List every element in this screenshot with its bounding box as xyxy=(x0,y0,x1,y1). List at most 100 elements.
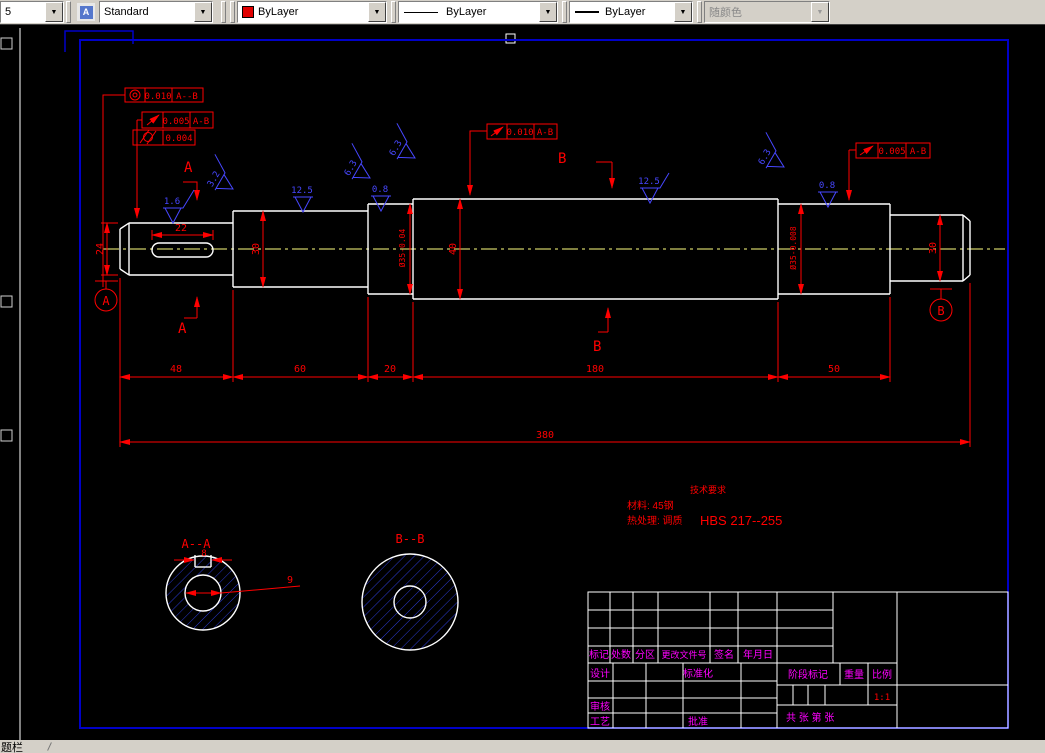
datum-b[interactable]: B xyxy=(929,288,953,322)
dim-dia30-left: 30 xyxy=(251,243,262,255)
tolerance-frame-runout-2[interactable]: 0.010 A-B xyxy=(467,123,558,196)
text-style-combo[interactable]: Standard ▼ xyxy=(99,1,213,23)
concentricity-icon xyxy=(129,89,141,101)
tech-req-heat-label: 热处理: 调质 xyxy=(627,514,683,527)
svg-text:12.5: 12.5 xyxy=(638,177,660,187)
plot-style-value: 随颜色 xyxy=(709,7,742,19)
tol-value: 0.005 xyxy=(878,147,905,157)
crosshair-cursor-icon xyxy=(47,742,52,751)
roughness-symbol: 3.2 xyxy=(206,154,234,191)
section-view-b-b[interactable]: B--B xyxy=(361,532,459,651)
tb-process: 工艺 xyxy=(590,716,610,728)
text-style-icon[interactable]: A xyxy=(76,2,96,22)
toolbar-grip[interactable] xyxy=(230,1,235,23)
text-style-value: Standard xyxy=(104,6,149,18)
left-toolbar-sliver xyxy=(0,37,13,442)
osnap-marker xyxy=(505,33,516,44)
tb-scale: 比例 xyxy=(872,668,892,681)
tb-sheet-info: 共 张 第 张 xyxy=(786,711,834,724)
tech-req-material: 材料: 45钢 xyxy=(627,499,674,512)
tb-zone: 分区 xyxy=(635,649,655,661)
tb-scale-value: 1:1 xyxy=(874,693,890,703)
roughness-symbol: 0.8 xyxy=(818,181,838,209)
plot-style-combo: 随颜色 ▼ xyxy=(704,1,830,23)
datum-b-label: B xyxy=(937,304,944,318)
lineweight-combo[interactable]: ByLayer ▼ xyxy=(569,1,693,23)
dimension-texts[interactable]: 48 60 20 180 50 380 22 24 30 Ø35-0.04 40… xyxy=(95,223,939,441)
dim-keyway-22: 22 xyxy=(175,223,187,234)
dim-50: 50 xyxy=(828,364,840,375)
lineweight-value: ByLayer xyxy=(605,6,646,18)
chevron-down-icon[interactable]: ▼ xyxy=(45,2,63,22)
color-swatch-icon xyxy=(242,6,254,18)
tb-weight: 重量 xyxy=(844,668,864,681)
svg-text:6.3: 6.3 xyxy=(343,159,360,178)
bb-label: B--B xyxy=(396,532,425,546)
linetype-value: ByLayer xyxy=(446,6,487,18)
chevron-down-icon[interactable]: ▼ xyxy=(368,2,386,22)
tb-stage-mark: 阶段标记 xyxy=(788,668,828,681)
tb-review: 审核 xyxy=(590,700,610,713)
status-bar: 题栏 xyxy=(0,740,1045,753)
datum-a[interactable]: A xyxy=(94,280,118,312)
chevron-down-icon[interactable]: ▼ xyxy=(539,2,557,22)
tech-requirements: 技术要求 材料: 45钢 热处理: 调质 HBS 217--255 xyxy=(627,484,782,528)
lineweight-line-icon xyxy=(575,11,599,13)
linetype-line-icon xyxy=(404,11,438,13)
dim-20: 20 xyxy=(384,364,396,375)
dim-180: 180 xyxy=(586,364,604,375)
tol-value: 0.004 xyxy=(165,134,192,144)
dim-dia35-right: Ø35-0.008 xyxy=(788,226,798,270)
runout-arrow-icon xyxy=(490,126,504,137)
chevron-down-icon[interactable]: ▼ xyxy=(674,2,692,22)
tol-datum: A-B xyxy=(193,117,209,127)
roughness-symbol: 6.3 xyxy=(388,123,416,160)
color-combo[interactable]: ByLayer ▼ xyxy=(237,1,387,23)
svg-text:6.3: 6.3 xyxy=(757,148,774,167)
roughness-symbol: 6.3 xyxy=(343,143,371,180)
color-value: ByLayer xyxy=(258,6,299,18)
tolerance-frame-cylindricity[interactable]: 0.004 xyxy=(132,129,196,146)
section-a-bottom-label: A xyxy=(178,321,187,337)
linetype-combo[interactable]: ByLayer ▼ xyxy=(398,1,558,23)
dim-style-value: 5 xyxy=(5,6,12,18)
dim-style-combo[interactable]: 5 ▼ xyxy=(0,1,64,23)
cylindricity-icon xyxy=(139,129,157,145)
section-a-top-label: A xyxy=(184,160,193,176)
drawing-canvas[interactable]: 48 60 20 180 50 380 22 24 30 Ø35-0.04 40… xyxy=(0,24,1045,740)
runout-arrow-icon xyxy=(146,114,160,126)
tb-mark: 标记 xyxy=(589,649,609,661)
chevron-down-icon[interactable]: ▼ xyxy=(194,2,212,22)
svg-text:0.8: 0.8 xyxy=(372,185,388,195)
svg-text:3.2: 3.2 xyxy=(206,170,223,189)
tb-count: 处数 xyxy=(611,648,631,661)
runout-arrow-icon xyxy=(859,145,874,156)
dim-dia24: 24 xyxy=(95,243,106,255)
tol-datum: A--B xyxy=(176,92,198,102)
svg-text:6.3: 6.3 xyxy=(388,139,405,158)
tech-req-hardness: HBS 217--255 xyxy=(700,513,782,528)
tol-value: 0.010 xyxy=(144,92,171,102)
dim-60: 60 xyxy=(294,364,306,375)
svg-text:12.5: 12.5 xyxy=(291,186,313,196)
keyway-slot xyxy=(151,242,214,258)
dim-dia30-right: 30 xyxy=(928,242,939,254)
toolbar-grip[interactable] xyxy=(221,1,226,23)
toolbar-grip[interactable] xyxy=(66,1,71,23)
roughness-symbol: 12.5 xyxy=(291,186,313,214)
dim-key-depth: 9 xyxy=(287,575,293,586)
section-marks[interactable]: A A B B xyxy=(178,151,615,355)
tol-value: 0.010 xyxy=(506,128,533,138)
toolbar-grip[interactable] xyxy=(697,1,702,23)
toolbar-grip[interactable] xyxy=(562,1,567,23)
toolbar-grip[interactable] xyxy=(391,1,396,23)
section-view-a-a[interactable]: 8 9 A--A xyxy=(165,537,301,631)
roughness-symbols[interactable]: 1.6 3.2 12.5 6.3 0.8 6.3 12.5 6.3 0.8 xyxy=(163,123,838,225)
tech-req-title: 技术要求 xyxy=(690,484,726,495)
dimension-lines[interactable] xyxy=(101,198,971,447)
tb-standardize: 标准化 xyxy=(683,667,713,680)
tolerance-frame-runout-3[interactable]: 0.005 A-B xyxy=(846,142,931,201)
svg-text:0.8: 0.8 xyxy=(819,181,835,191)
datum-a-label: A xyxy=(102,294,110,308)
dim-dia40: 40 xyxy=(448,243,459,255)
